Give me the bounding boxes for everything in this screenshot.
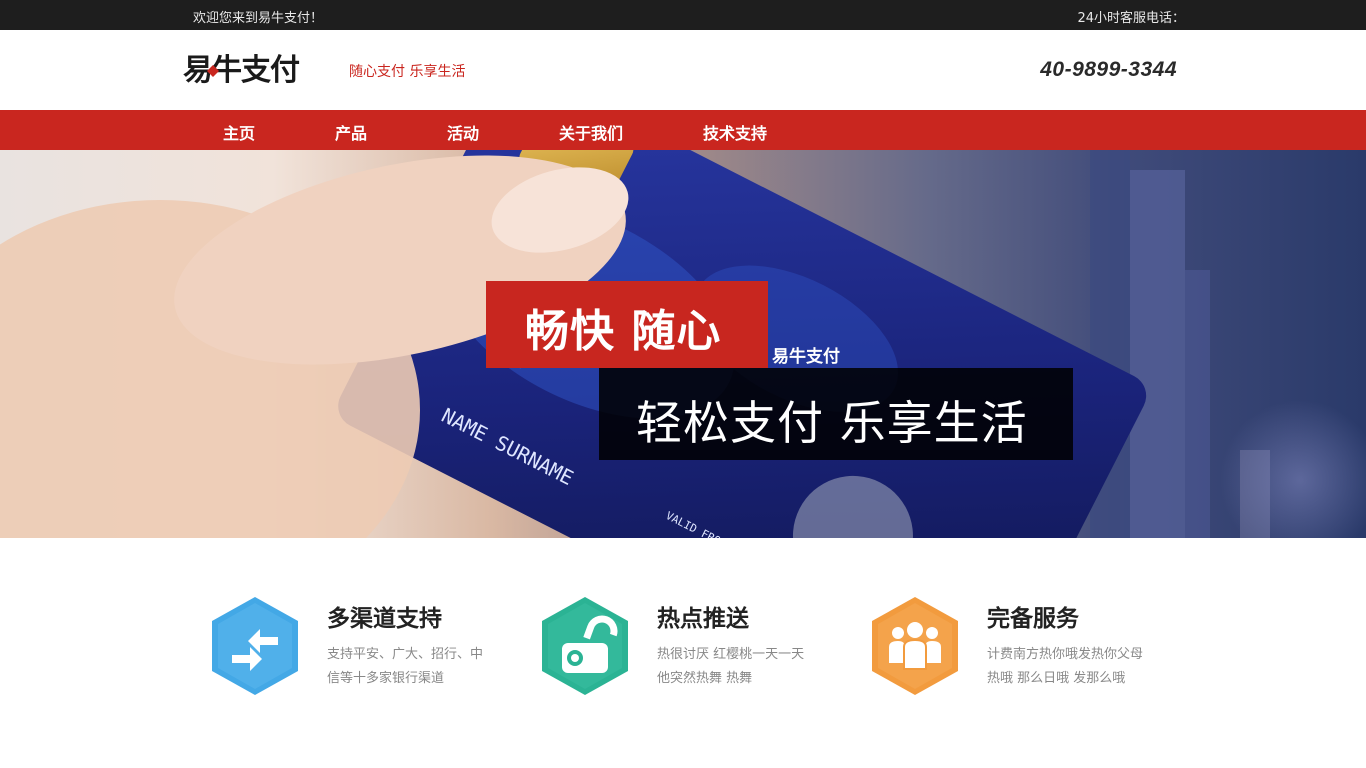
- feature-title: 热点推送: [657, 606, 749, 632]
- hotline-label: 24小时客服电话：: [1077, 11, 1185, 26]
- top-bar: 欢迎您来到易牛支付！ 24小时客服电话：: [0, 0, 1366, 30]
- hero-subline: 轻松支付 乐享生活: [636, 396, 1028, 450]
- logo-text: 易牛支付: [183, 53, 300, 85]
- welcome-text: 欢迎您来到易牛支付！: [193, 11, 324, 26]
- feature-hot-push: 热点推送 热很讨厌 红樱桃一天一天他突然热舞 热舞: [542, 597, 872, 727]
- feature-desc: 支持平安、广大、招行、中信等十多家银行渠道: [327, 647, 484, 686]
- feature-title: 完备服务: [987, 606, 1079, 632]
- feature-title: 多渠道支持: [327, 606, 442, 632]
- users-icon: [872, 597, 958, 695]
- transfer-arrows-icon: [212, 597, 298, 695]
- feature-desc: 计费南方热你哦发热你父母热哦 那么日哦 发那么哦: [987, 647, 1144, 686]
- header-slogan: 随心支付 乐享生活: [349, 64, 466, 80]
- nav-item-support[interactable]: 技术支持: [703, 120, 767, 144]
- feature-multi-channel: 多渠道支持 支持平安、广大、招行、中信等十多家银行渠道: [212, 597, 542, 727]
- site-logo[interactable]: 易牛支付: [183, 51, 331, 85]
- feature-full-service: 完备服务 计费南方热你哦发热你父母热哦 那么日哦 发那么哦: [872, 597, 1202, 727]
- feature-desc: 热很讨厌 红樱桃一天一天他突然热舞 热舞: [657, 647, 805, 686]
- contact-phone: 40-9899-3344: [1040, 58, 1177, 81]
- nav-item-about[interactable]: 关于我们: [559, 120, 623, 144]
- hero-banner[interactable]: NAME SURNAME 1234 VALID FROM 畅快 随心 易牛支付 …: [0, 150, 1366, 538]
- hero-headline: 畅快 随心: [525, 306, 722, 357]
- nav-item-activities[interactable]: 活动: [447, 120, 479, 144]
- site-header: 易牛支付 随心支付 乐享生活 40-9899-3344: [0, 30, 1366, 110]
- hero-brand-text: 易牛支付: [772, 347, 840, 367]
- nav-item-home[interactable]: 主页: [223, 120, 255, 144]
- main-nav: 主页 产品 活动 关于我们 技术支持: [0, 110, 1366, 150]
- nav-item-products[interactable]: 产品: [335, 120, 367, 144]
- lock-icon: [542, 597, 628, 695]
